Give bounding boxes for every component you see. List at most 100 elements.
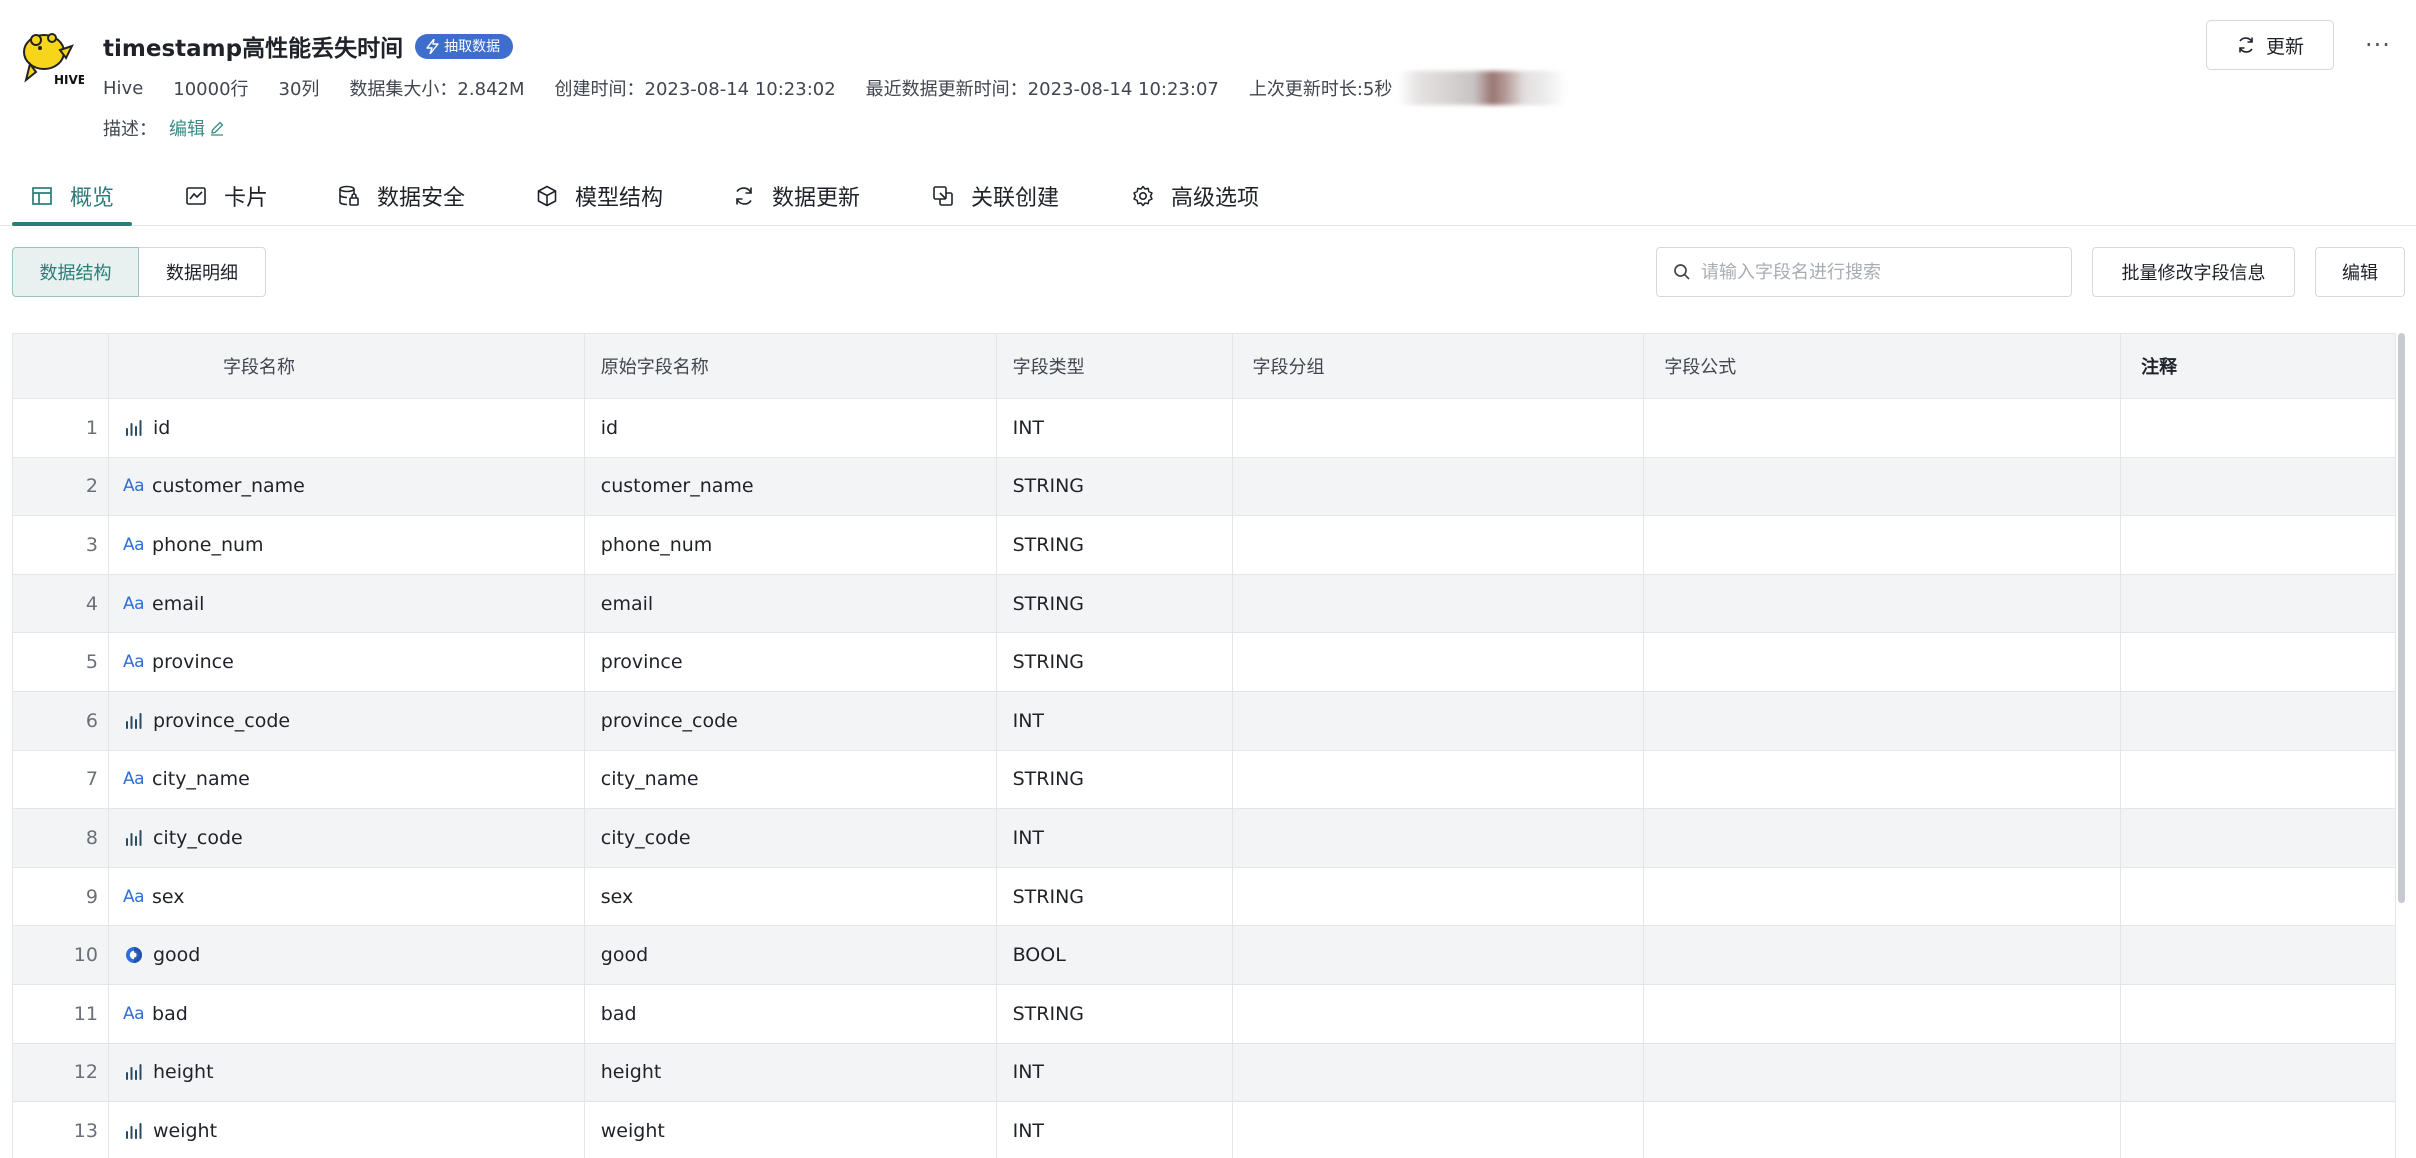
table-row[interactable]: 7 Aa city_name city_name STRING — [13, 750, 2397, 810]
description-edit-link[interactable]: 编辑 — [169, 115, 225, 141]
update-button[interactable]: 更新 — [2206, 20, 2334, 70]
table-row[interactable]: 11 Aa bad bad STRING — [13, 984, 2397, 1044]
field-name-cell[interactable]: id — [109, 399, 585, 457]
tab-bar: 概览 卡片 数据安全 模型结构 数据更新 关联创建 高级选项 — [0, 166, 2416, 226]
row-index: 11 — [13, 984, 109, 1043]
table-row[interactable]: 8 city_code city_code INT — [13, 809, 2397, 868]
field-formula-cell — [1644, 984, 2122, 1043]
hive-logo: HIVE — [14, 22, 86, 92]
field-type-cell: STRING — [997, 633, 1233, 691]
note-cell — [2121, 399, 2397, 457]
meta-source: Hive — [103, 77, 144, 99]
original-name-cell: city_name — [585, 750, 997, 809]
tab-related-create[interactable]: 关联创建 — [931, 166, 1059, 226]
original-name-cell: phone_num — [585, 516, 997, 574]
meta-created: 创建时间：2023-08-14 10:23:02 — [554, 79, 836, 100]
field-formula-cell — [1644, 867, 2122, 926]
meta-updated: 最近数据更新时间：2023-08-14 10:23:07 — [865, 79, 1219, 100]
field-name-cell[interactable]: Aa phone_num — [109, 516, 585, 574]
field-name: city_code — [152, 826, 243, 849]
string-type-icon: Aa — [122, 534, 145, 555]
field-name-cell[interactable]: Aa customer_name — [109, 457, 585, 516]
pencil-icon — [211, 121, 224, 136]
meta-duration: 上次更新时长:5秒 — [1248, 79, 1393, 100]
field-name-cell[interactable]: good — [109, 926, 585, 984]
meta-rows: 10000行 — [173, 79, 249, 100]
tab-advanced-options[interactable]: 高级选项 — [1131, 166, 1259, 226]
original-name-cell: good — [585, 926, 997, 984]
field-name-cell[interactable]: city_code — [109, 809, 585, 867]
note-cell — [2121, 809, 2397, 867]
tab-overview[interactable]: 概览 — [30, 166, 114, 226]
table-row[interactable]: 13 weight weight INT — [13, 1102, 2397, 1158]
link-copy-icon — [933, 186, 953, 206]
meta-cols: 30列 — [278, 79, 320, 100]
field-group-cell — [1233, 1102, 1645, 1158]
field-name-cell[interactable]: Aa email — [109, 574, 585, 633]
search-icon — [1674, 264, 1690, 280]
batch-edit-fields-button[interactable]: 批量修改字段信息 — [2092, 247, 2295, 297]
cube-icon — [537, 185, 557, 207]
original-name-cell: weight — [585, 1102, 997, 1158]
table-row[interactable]: 3 Aa phone_num phone_num STRING — [13, 516, 2397, 575]
table-scrollbar[interactable] — [2398, 333, 2405, 903]
table-row[interactable]: 9 Aa sex sex STRING — [13, 867, 2397, 927]
field-name: bad — [152, 1002, 188, 1025]
field-type-cell: STRING — [997, 867, 1233, 926]
original-name-cell: height — [585, 1043, 997, 1102]
tab-cards[interactable]: 卡片 — [184, 166, 268, 226]
string-type-icon: Aa — [122, 886, 145, 907]
original-name-cell: province — [585, 633, 997, 691]
row-index: 3 — [13, 516, 109, 574]
table-row[interactable]: 1 id id INT — [13, 399, 2397, 458]
field-group-cell — [1233, 633, 1645, 691]
field-formula-cell — [1644, 1043, 2122, 1102]
field-group-cell — [1233, 574, 1645, 633]
field-formula-cell — [1644, 809, 2122, 867]
field-name: weight — [152, 1119, 218, 1142]
field-type-cell: BOOL — [997, 926, 1233, 984]
note-cell — [2121, 984, 2397, 1043]
search-input[interactable] — [1701, 261, 2061, 283]
row-index: 2 — [13, 457, 109, 516]
field-formula-cell — [1644, 926, 2122, 984]
tab-data-security[interactable]: 数据安全 — [337, 166, 465, 226]
tab-model-structure[interactable]: 模型结构 — [535, 166, 663, 226]
redacted-area — [1400, 71, 1566, 105]
field-formula-cell — [1644, 457, 2122, 516]
field-name: email — [152, 592, 205, 615]
field-type-cell: INT — [997, 691, 1233, 750]
badge-label: 抽取数据 — [444, 39, 501, 55]
tab-data-update[interactable]: 数据更新 — [732, 166, 860, 226]
table-row[interactable]: 6 province_code province_code INT — [13, 691, 2397, 751]
field-name-cell[interactable]: weight — [109, 1102, 585, 1158]
original-name-cell: customer_name — [585, 457, 997, 516]
lightning-icon — [426, 38, 439, 54]
number-type-icon — [123, 417, 145, 439]
row-index: 7 — [13, 750, 109, 809]
field-name-cell[interactable]: province_code — [109, 691, 585, 750]
field-formula-cell — [1644, 516, 2122, 574]
field-name-cell[interactable]: Aa city_name — [109, 750, 585, 809]
field-name-cell[interactable]: Aa bad — [109, 984, 585, 1043]
note-cell — [2121, 574, 2397, 633]
table-row[interactable]: 10 good good BOOL — [13, 926, 2397, 985]
data-structure-button[interactable]: 数据结构 — [12, 247, 139, 297]
field-group-cell — [1233, 984, 1645, 1043]
field-name-cell[interactable]: Aa province — [109, 633, 585, 691]
field-name-cell[interactable]: height — [109, 1043, 585, 1102]
table-row[interactable]: 12 height height INT — [13, 1043, 2397, 1103]
tab-data-security-label: 数据安全 — [377, 186, 466, 211]
table-row[interactable]: 4 Aa email email STRING — [13, 574, 2397, 634]
note-cell — [2121, 516, 2397, 574]
field-type-cell: STRING — [997, 516, 1233, 574]
note-cell — [2121, 457, 2397, 516]
table-row[interactable]: 2 Aa customer_name customer_name STRING — [13, 457, 2397, 517]
table-row[interactable]: 5 Aa province province STRING — [13, 633, 2397, 692]
edit-button[interactable]: 编辑 — [2315, 247, 2405, 297]
data-detail-button[interactable]: 数据明细 — [139, 247, 266, 297]
table-icon — [32, 187, 52, 205]
more-options-button[interactable]: ··· — [2360, 28, 2396, 62]
field-formula-cell — [1644, 399, 2122, 457]
field-name-cell[interactable]: Aa sex — [109, 867, 585, 926]
